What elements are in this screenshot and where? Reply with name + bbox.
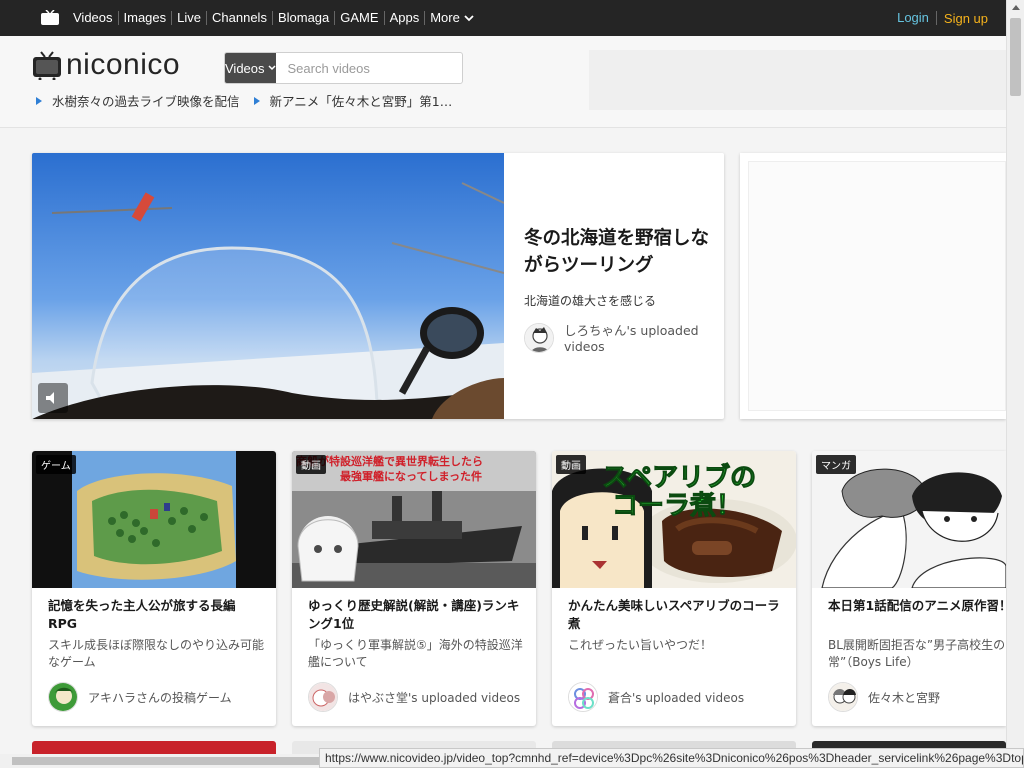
card-title[interactable]: 本日第1話配信のアニメ原作習！ [828, 597, 1006, 615]
featured-owner-name: しろちゃん's uploaded videos [564, 323, 699, 354]
card-description: 「ゆっくり軍事解説⑤」海外の特設巡洋艦について [308, 638, 523, 669]
account-links: Login Sign up [890, 0, 988, 36]
status-bar-url: https://www.nicovideo.jp/video_top?cmnhd… [319, 748, 1024, 768]
card-thumbnail[interactable]: スペアリブの コーラ煮！ [552, 451, 796, 588]
category-badge: 動画 [296, 455, 326, 474]
card-title[interactable]: かんたん美味しいスペアリブのコーラ煮 [568, 597, 784, 633]
nav-more[interactable]: More [424, 11, 479, 25]
thumbnail-caption: コーラ煮！ [612, 491, 742, 521]
card-owner-name: はやぶさ堂's uploaded videos [348, 690, 521, 705]
avatar [308, 682, 338, 712]
ticker-item[interactable]: 新アニメ「佐々木と宮野」第1… [253, 91, 453, 110]
nav-live[interactable]: Live [171, 11, 206, 25]
login-link[interactable]: Login [890, 11, 937, 25]
chevron-down-icon [464, 14, 474, 21]
featured-description: 北海道の雄大さを感じる [524, 294, 657, 308]
mute-icon [46, 392, 54, 404]
thumbnail-caption: 最強軍艦になってしまった件 [340, 469, 482, 483]
search-category-select[interactable]: Videos [225, 53, 276, 83]
card-owner[interactable]: はやぶさ堂's uploaded videos [308, 682, 520, 712]
nav-images[interactable]: Images [117, 11, 172, 25]
thumbnail-caption: スペアリブの [602, 462, 756, 493]
tv-icon[interactable] [40, 10, 60, 25]
ticker-item[interactable]: 水樹奈々の過去ライブ映像を配信 [36, 91, 240, 110]
news-ticker: 水樹奈々の過去ライブ映像を配信 新アニメ「佐々木と宮野」第1… [36, 91, 466, 110]
card-owner[interactable]: 蒼合's uploaded videos [568, 682, 744, 712]
side-panel-inner [748, 161, 1006, 411]
top-bar: Videos Images Live Channels Blomaga GAME… [0, 0, 1006, 36]
card-title[interactable]: 記憶を失った主人公が旅する長編RPG [48, 597, 264, 633]
signup-link[interactable]: Sign up [937, 11, 988, 26]
category-badge: マンガ [816, 455, 856, 474]
card-description: スキル成長ほぼ際限なしのやり込み可能なゲーム [48, 638, 265, 669]
featured-info: 冬の北海道を野宿しながらツーリング 北海道の雄大さを感じる しろちゃん's up… [524, 225, 714, 355]
scroll-up-arrow-icon[interactable] [1012, 5, 1020, 10]
card-owner[interactable]: 佐々木と宮野 [828, 682, 940, 712]
category-badge: 動画 [556, 455, 586, 474]
card-description: これぜったい旨いやつだ！ [568, 638, 713, 652]
featured-thumbnail[interactable] [32, 153, 504, 419]
category-badge: ゲーム [36, 455, 76, 474]
content-card[interactable]: ゲーム 記憶を失った主人公が旅する長編RPG スキル成長ほぼ際限なしのやり込み可… [32, 451, 276, 726]
avatar [524, 323, 554, 353]
search-box: Videos [224, 52, 463, 84]
featured-owner[interactable]: しろちゃん's uploaded videos [524, 323, 714, 355]
nav-apps[interactable]: Apps [383, 11, 425, 25]
avatar [568, 682, 598, 712]
nav-blomaga[interactable]: Blomaga [271, 11, 334, 25]
card-owner-name: 佐々木と宮野 [868, 690, 941, 705]
nav-more-label: More [430, 10, 460, 25]
site-header: niconico Videos 水樹奈々の過去ライブ映像を配信 新アニメ「佐々木… [0, 36, 1006, 128]
ticker-text: 新アニメ「佐々木と宮野」第1… [269, 94, 453, 109]
card-description: BL展開断固拒否な”男子高校生の日常”（Boys Life） [828, 638, 1006, 669]
card-thumbnail[interactable]: 商船が特設巡洋艦で異世界転生したら 最強軍艦になってしまった件 [292, 451, 536, 588]
card-owner-name: 蒼合's uploaded videos [608, 690, 745, 705]
avatar [48, 682, 78, 712]
chevron-down-icon [267, 65, 276, 71]
horizontal-scrollbar-thumb[interactable] [12, 757, 328, 765]
horizontal-scrollbar[interactable] [0, 754, 330, 768]
featured-video-card[interactable]: 冬の北海道を野宿しながらツーリング 北海道の雄大さを感じる しろちゃん's up… [32, 153, 724, 419]
content-card[interactable]: 商船が特設巡洋艦で異世界転生したら 最強軍艦になってしまった件 動画 ゆっくり歴… [292, 451, 536, 726]
content-card[interactable]: スペアリブの コーラ煮！ 動画 かんたん美味しいスペアリブのコーラ煮 これぜった… [552, 451, 796, 726]
triangle-right-icon [253, 96, 260, 105]
niconico-logo[interactable]: niconico [32, 50, 180, 80]
vertical-scrollbar[interactable] [1006, 0, 1024, 768]
side-panel [740, 153, 1006, 419]
search-category-label: Videos [225, 60, 265, 76]
card-owner[interactable]: アキハラさんの投稿ゲーム [48, 682, 232, 712]
tv-logo-icon [33, 51, 61, 80]
card-owner-name: アキハラさんの投稿ゲーム [88, 690, 232, 705]
service-nav: Videos Images Live Channels Blomaga GAME… [68, 0, 479, 36]
mute-button[interactable] [38, 383, 68, 413]
avatar [828, 682, 858, 712]
search-input[interactable] [275, 53, 462, 83]
nav-videos[interactable]: Videos [68, 11, 118, 25]
triangle-right-icon [36, 96, 42, 105]
logo-text: niconico [66, 48, 181, 81]
nav-game[interactable]: GAME [334, 11, 383, 25]
header-ad-area [589, 50, 1006, 110]
ticker-text: 水樹奈々の過去ライブ映像を配信 [52, 94, 240, 109]
content-card[interactable]: マンガ 本日第1話配信のアニメ原作習！ BL展開断固拒否な”男子高校生の日常”（… [812, 451, 1006, 726]
featured-title[interactable]: 冬の北海道を野宿しながらツーリング [524, 225, 714, 279]
scrollbar-thumb[interactable] [1010, 18, 1021, 96]
card-title[interactable]: ゆっくり歴史解説(解説・講座)ランキング1位 [308, 597, 524, 633]
nav-channels[interactable]: Channels [206, 11, 272, 25]
